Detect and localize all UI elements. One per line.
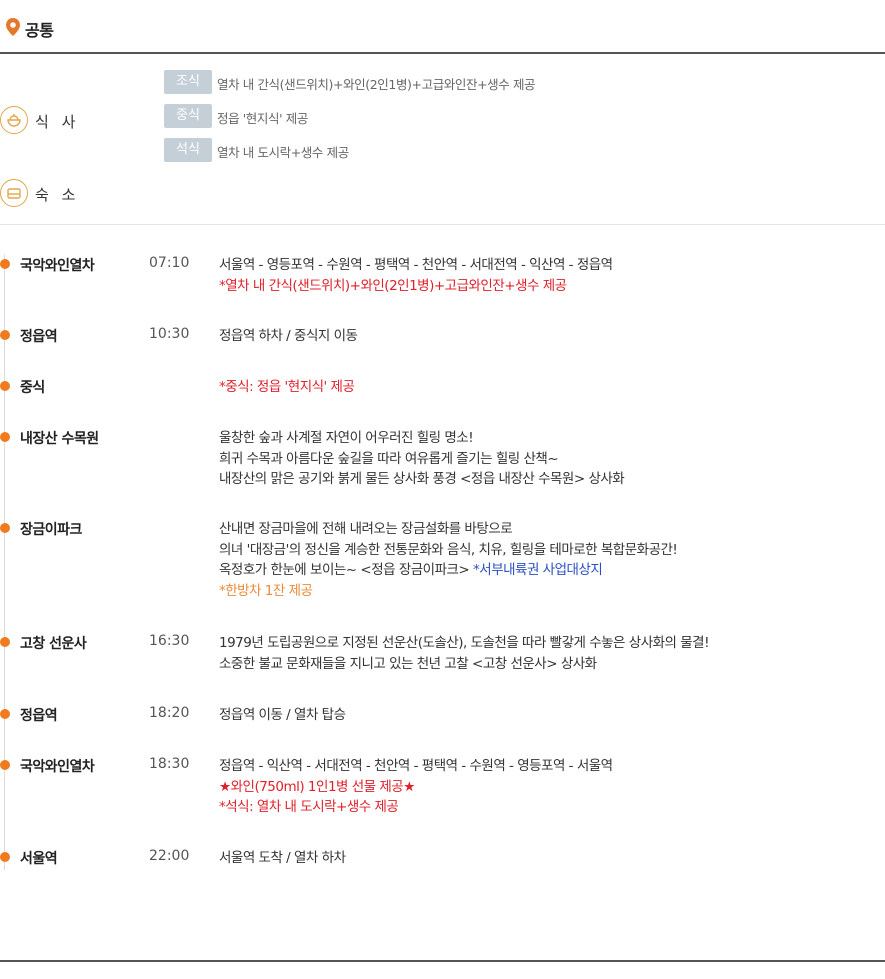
description-text: 소중한 불교 문화재들을 지니고 있는 천년 고찰 <고창 선운사> 상사화 — [219, 655, 597, 672]
timeline-dot — [0, 637, 10, 647]
note-text: *중식: 정읍 '현지식' 제공 — [219, 379, 355, 395]
description-line: 소중한 불교 문화재들을 지니고 있는 천년 고찰 <고창 선운사> 상사화 — [219, 654, 879, 675]
timeline-time: 22:00 — [149, 848, 190, 864]
timeline-place: 서울역 — [20, 851, 58, 867]
description-line: 서울역 - 영등포역 - 수원역 - 평택역 - 천안역 - 서대전역 - 익산… — [219, 255, 879, 276]
description-text: 희귀 수목과 아름다운 숲길을 따라 여유롭게 즐기는 힐링 산책~ — [219, 450, 559, 467]
timeline-description: 울창한 숲과 사계절 자연이 어우러진 힐링 명소! 희귀 수목과 아름다운 숲길… — [219, 428, 879, 490]
timeline-place: 국악와인열차 — [20, 759, 95, 775]
description-line: 서울역 도착 / 열차 하차 — [219, 848, 879, 869]
description-line: 정읍역 이동 / 열차 탑승 — [219, 705, 879, 726]
description-line: 울창한 숲과 사계절 자연이 어우러진 힐링 명소! — [219, 428, 879, 449]
description-text: 내장산의 맑은 공기와 붉게 물든 상사화 풍경 <정읍 내장산 수목원> 상사… — [219, 471, 625, 487]
timeline-time: 16:30 — [149, 633, 190, 649]
timeline-dot — [0, 760, 10, 770]
project-note-text: *서부내륙권 사업대상지 — [469, 562, 603, 578]
timeline-dot — [0, 709, 10, 719]
description-text: 서울역 - 영등포역 - 수원역 - 평택역 - 천안역 - 서대전역 - 익산… — [219, 257, 613, 273]
description-text: 의녀 '대장금'의 정신을 계승한 전통문화와 음식, 치유, 힐링을 테마로한… — [219, 541, 678, 558]
timeline-place: 내장산 수목원 — [20, 431, 99, 447]
timeline-dot — [0, 330, 10, 340]
timeline-dot — [0, 432, 10, 442]
section-header: 공통 — [0, 0, 885, 54]
itinerary-timeline: 국악와인열차 07:10 서울역 - 영등포역 - 수원역 - 평택역 - 천안역 … — [0, 225, 885, 870]
description-line: 정읍역 하차 / 중식지 이동 — [219, 326, 879, 347]
section-divider — [0, 960, 885, 962]
description-text: 정읍역 - 익산역 - 서대전역 - 천안역 - 평택역 - 수원역 - 영등포… — [219, 758, 613, 774]
description-text: 1979년 도립공원으로 지정된 선운산(도솔산), 도솔천을 따라 빨갛게 수… — [219, 635, 710, 651]
description-text: 정읍역 하차 / 중식지 이동 — [219, 328, 358, 344]
description-text: 울창한 숲과 사계절 자연이 어우러진 힐링 명소! — [219, 430, 474, 446]
timeline-description: 1979년 도립공원으로 지정된 선운산(도솔산), 도솔천을 따라 빨갛게 수… — [219, 633, 879, 674]
description-text: 산내면 장금마을에 전해 내려오는 장금설화를 바탕으로 — [219, 521, 513, 537]
description-text: 옥정호가 한눈에 보이는~ <정읍 장금이파크> — [219, 562, 470, 578]
note-text: ★와인(750ml) 1인1병 선물 제공★ — [219, 778, 415, 795]
description-line: 산내면 장금마을에 전해 내려오는 장금설화를 바탕으로 — [219, 519, 879, 540]
timeline-line — [4, 255, 5, 870]
description-text: 서울역 도착 / 열차 하차 — [219, 850, 346, 866]
timeline-time: 18:20 — [149, 705, 190, 721]
timeline-place: 고창 선운사 — [20, 636, 87, 652]
description-line: 의녀 '대장금'의 정신을 계승한 전통문화와 음식, 치유, 힐링을 테마로한… — [219, 540, 879, 561]
timeline-description: 산내면 장금마을에 전해 내려오는 장금설화를 바탕으로의녀 '대장금'의 정신… — [219, 519, 879, 601]
timeline-time: 07:10 — [149, 255, 190, 271]
timeline-place: 중식 — [20, 380, 45, 396]
timeline-description: 정읍역 이동 / 열차 탑승 — [219, 705, 879, 726]
timeline-dot — [0, 381, 10, 391]
description-line: 옥정호가 한눈에 보이는~ <정읍 장금이파크> *서부내륙권 사업대상지 — [219, 560, 879, 581]
description-line: ★와인(750ml) 1인1병 선물 제공★ — [219, 777, 879, 798]
timeline-description: 서울역 - 영등포역 - 수원역 - 평택역 - 천안역 - 서대전역 - 익산… — [219, 255, 879, 296]
description-line: 희귀 수목과 아름다운 숲길을 따라 여유롭게 즐기는 힐링 산책~ — [219, 449, 879, 470]
meal-badge: 석식 — [164, 138, 212, 162]
timeline-dot — [0, 259, 10, 269]
meal-bowl-icon — [0, 106, 28, 134]
timeline-dot — [0, 852, 10, 862]
timeline-description: *중식: 정읍 '현지식' 제공 — [219, 377, 879, 398]
description-line: *중식: 정읍 '현지식' 제공 — [219, 377, 879, 398]
description-line: 내장산의 맑은 공기와 붉게 물든 상사화 풍경 <정읍 내장산 수목원> 상사… — [219, 469, 879, 490]
description-line: 정읍역 - 익산역 - 서대전역 - 천안역 - 평택역 - 수원역 - 영등포… — [219, 756, 879, 777]
timeline-description: 정읍역 - 익산역 - 서대전역 - 천안역 - 평택역 - 수원역 - 영등포… — [219, 756, 879, 818]
timeline-time: 10:30 — [149, 326, 190, 342]
meal-description: 열차 내 도시락+생수 제공 — [217, 145, 349, 160]
timeline-place: 정읍역 — [20, 329, 58, 345]
description-line: 1979년 도립공원으로 지정된 선운산(도솔산), 도솔천을 따라 빨갛게 수… — [219, 633, 879, 654]
timeline-description: 정읍역 하차 / 중식지 이동 — [219, 326, 879, 347]
trip-info-panel: 식 사 조식 열차 내 간식(샌드위치)+와인(2인1병)+고급와인잔+생수 제… — [0, 54, 885, 225]
section-title: 공통 — [25, 21, 54, 40]
meal-description: 정읍 '현지식' 제공 — [217, 111, 308, 126]
description-text: 정읍역 이동 / 열차 탑승 — [219, 707, 346, 723]
description-line: *한방차 1잔 제공 — [219, 581, 879, 602]
description-line: *석식: 열차 내 도시락+생수 제공 — [219, 797, 879, 818]
bed-icon — [0, 179, 28, 207]
note-text: *석식: 열차 내 도시락+생수 제공 — [219, 799, 399, 815]
timeline-time: 18:30 — [149, 756, 190, 772]
location-pin-icon — [6, 18, 20, 36]
timeline-description: 서울역 도착 / 열차 하차 — [219, 848, 879, 869]
meal-description: 열차 내 간식(샌드위치)+와인(2인1병)+고급와인잔+생수 제공 — [217, 77, 536, 92]
timeline-place: 정읍역 — [20, 708, 58, 724]
meal-badge: 중식 — [164, 104, 212, 128]
timeline-place: 국악와인열차 — [20, 258, 95, 274]
hotel-category-label: 숙 소 — [35, 186, 80, 204]
meal-badge: 조식 — [164, 70, 212, 94]
note-text: *열차 내 간식(샌드위치)+와인(2인1병)+고급와인잔+생수 제공 — [219, 277, 567, 294]
meal-category-label: 식 사 — [35, 113, 80, 131]
timeline-place: 장금이파크 — [20, 522, 82, 538]
description-line: *열차 내 간식(샌드위치)+와인(2인1병)+고급와인잔+생수 제공 — [219, 276, 879, 297]
timeline-dot — [0, 523, 10, 533]
note-text: *한방차 1잔 제공 — [219, 582, 313, 599]
